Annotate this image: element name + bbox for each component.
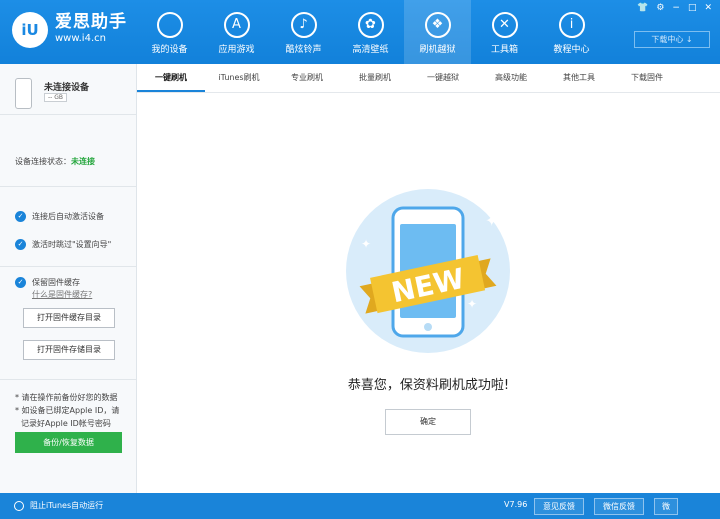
connection-label: 设备连接状态：: [15, 157, 71, 166]
version-label: V7.96: [504, 500, 528, 509]
keep-firmware-cache-option[interactable]: ✓ 保留固件缓存: [15, 275, 136, 289]
tab-batch-flash[interactable]: 批量刷机: [341, 64, 409, 92]
sidebar: 未连接设备 -- GB 设备连接状态：未连接 ✓ 连接后自动激活设备 ✓ 激活时…: [0, 64, 137, 493]
top-header: iU 爱思助手 www.i4.cn 我的设备 A 应用游戏 ♪ 酷炫铃声 ✿ 高…: [0, 0, 720, 64]
truncated-button[interactable]: 微: [654, 498, 678, 515]
nav-label: 刷机越狱: [419, 45, 456, 55]
block-itunes-label: 阻止iTunes自动运行: [30, 501, 104, 510]
option-label: 保留固件缓存: [32, 277, 80, 287]
tab-other-tools[interactable]: 其他工具: [545, 64, 613, 92]
nav-ringtones[interactable]: ♪ 酷炫铃声: [270, 0, 337, 64]
open-cache-dir-button[interactable]: 打开固件缓存目录: [23, 308, 115, 328]
backup-restore-button[interactable]: 备份/恢复数据: [15, 432, 122, 453]
nav-toolbox[interactable]: ✕ 工具箱: [471, 0, 538, 64]
nav-tutorials[interactable]: i 教程中心: [538, 0, 605, 64]
maximize-icon[interactable]: □: [688, 3, 697, 13]
auto-activate-option[interactable]: ✓ 连接后自动激活设备: [15, 202, 136, 230]
option-label: 连接后自动激活设备: [32, 211, 104, 221]
flower-icon: ✿: [357, 12, 384, 38]
nav-label: 工具箱: [490, 45, 518, 55]
close-icon[interactable]: ✕: [704, 3, 712, 13]
main-panel: ✦ ✦ NEW ✦ 恭喜您，保资料刷机成功啦! 确定: [137, 93, 720, 493]
i4-logo-icon: iU: [12, 12, 48, 48]
firmware-cache-section: ✓ 保留固件缓存 什么是固件缓存? 打开固件缓存目录 打开固件存储目录: [0, 267, 136, 380]
brand-name: 爱思助手: [55, 12, 127, 32]
success-illustration: ✦ ✦ NEW ✦: [346, 189, 510, 353]
nav-my-device[interactable]: 我的设备: [136, 0, 203, 64]
nav-label: 我的设备: [151, 45, 188, 55]
radio-icon[interactable]: [14, 500, 24, 511]
home-button: [424, 323, 432, 331]
tab-advanced[interactable]: 高级功能: [477, 64, 545, 92]
sparkle-icon: ✦: [467, 297, 477, 311]
checkbox-checked-icon[interactable]: ✓: [15, 276, 26, 288]
settings-icon[interactable]: ⚙: [656, 3, 664, 13]
brand-url: www.i4.cn: [55, 33, 106, 44]
brand: 爱思助手 www.i4.cn: [55, 12, 127, 46]
connection-status: 设备连接状态：未连接: [0, 115, 136, 187]
block-itunes-toggle[interactable]: 阻止iTunes自动运行: [14, 500, 103, 511]
bell-icon: ♪: [290, 12, 317, 38]
main-nav: 我的设备 A 应用游戏 ♪ 酷炫铃声 ✿ 高清壁纸 ❖ 刷机越狱 ✕ 工具箱 i…: [136, 0, 605, 64]
tab-one-click-jailbreak[interactable]: 一键越狱: [409, 64, 477, 92]
device-capacity: -- GB: [44, 93, 68, 102]
apple-icon: [156, 12, 183, 38]
option-label: 激活时跳过"设置向导": [32, 239, 112, 249]
nav-label: 酷炫铃声: [285, 45, 322, 55]
nav-label: 教程中心: [553, 45, 590, 55]
checkbox-checked-icon[interactable]: ✓: [15, 238, 26, 250]
nav-wallpapers[interactable]: ✿ 高清壁纸: [337, 0, 404, 64]
device-name: 未连接设备: [44, 83, 90, 93]
success-message: 恭喜您，保资料刷机成功啦!: [347, 378, 510, 393]
sparkle-icon: ✦: [485, 211, 498, 230]
note-line: * 请在操作前备份好您的数据: [15, 393, 118, 402]
device-card: 未连接设备 -- GB: [0, 64, 136, 115]
checkbox-checked-icon[interactable]: ✓: [15, 210, 26, 222]
activation-options: ✓ 连接后自动激活设备 ✓ 激活时跳过"设置向导": [0, 187, 136, 267]
nav-flash-jailbreak[interactable]: ❖ 刷机越狱: [404, 0, 471, 64]
sparkle-icon: ✦: [361, 237, 371, 251]
wechat-feedback-button[interactable]: 微信反馈: [594, 498, 644, 515]
nav-label: 高清壁纸: [352, 45, 389, 55]
nav-apps-games[interactable]: A 应用游戏: [203, 0, 270, 64]
backup-notes: * 请在操作前备份好您的数据 * 如设备已绑定Apple ID，请 记录好App…: [0, 380, 136, 430]
skip-setup-option[interactable]: ✓ 激活时跳过"设置向导": [15, 230, 136, 258]
nav-label: 应用游戏: [218, 45, 255, 55]
confirm-button[interactable]: 确定: [385, 409, 471, 435]
status-bar: 阻止iTunes自动运行 V7.96 意见反馈 微信反馈 微: [0, 493, 720, 519]
tab-download-firmware[interactable]: 下载固件: [613, 64, 681, 92]
download-center-button[interactable]: 下载中心 ↓: [634, 31, 710, 48]
tab-one-click-flash[interactable]: 一键刷机: [137, 64, 205, 92]
feedback-button[interactable]: 意见反馈: [534, 498, 584, 515]
tab-pro-flash[interactable]: 专业刷机: [273, 64, 341, 92]
connection-value: 未连接: [71, 157, 95, 166]
open-storage-dir-button[interactable]: 打开固件存储目录: [23, 340, 115, 360]
tools-icon: ✕: [491, 12, 518, 38]
note-line: * 如设备已绑定Apple ID，请: [15, 406, 120, 415]
note-line: 记录好Apple ID帐号密码: [21, 419, 111, 428]
window-controls: 👕 ⚙ − □ ✕: [637, 3, 712, 13]
info-icon: i: [558, 12, 585, 38]
flash-tabs: 一键刷机 iTunes刷机 专业刷机 批量刷机 一键越狱 高级功能 其他工具 下…: [137, 64, 720, 93]
phone-icon: [15, 78, 32, 109]
skin-icon[interactable]: 👕: [637, 3, 648, 13]
dropbox-icon: ❖: [424, 12, 451, 38]
app-store-icon: A: [223, 12, 250, 38]
what-is-cache-link[interactable]: 什么是固件缓存?: [32, 289, 136, 300]
tab-itunes-flash[interactable]: iTunes刷机: [205, 64, 273, 92]
minimize-icon[interactable]: −: [672, 3, 680, 13]
